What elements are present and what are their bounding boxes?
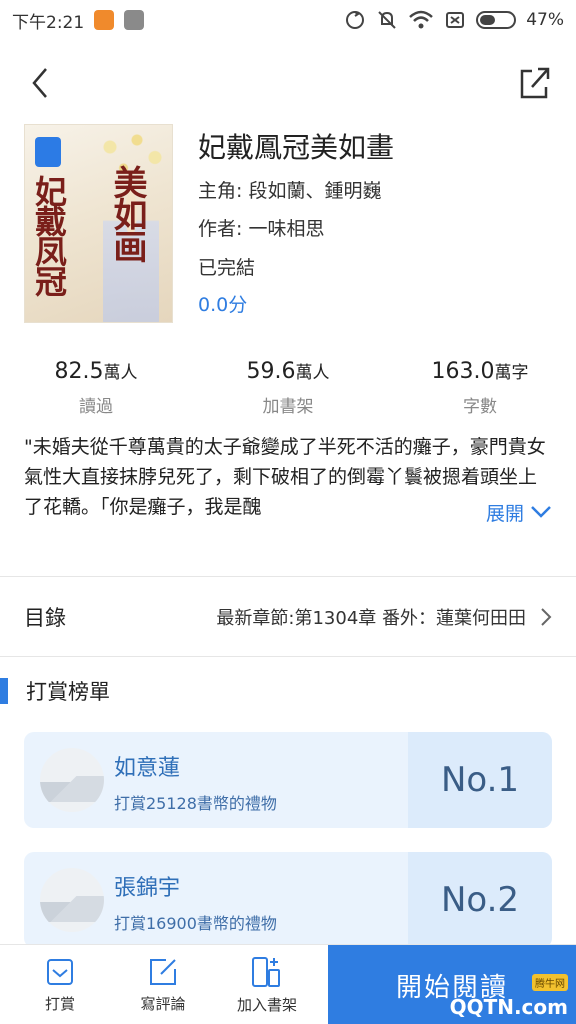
rank-desc: 打賞16900書幣的禮物 (114, 914, 277, 933)
catalog-label: 目錄 (24, 606, 66, 630)
status-right: 47% (344, 9, 564, 31)
rank-card[interactable]: 如意蓮 打賞25128書幣的禮物 No.1 (24, 732, 552, 828)
stat-label: 讀過 (79, 397, 113, 417)
top-bar (0, 55, 576, 115)
stat-unit: 萬人 (103, 363, 138, 383)
rank-number: No.2 (440, 880, 520, 920)
back-icon[interactable] (22, 63, 62, 103)
watermark-badge: 腾牛网 (532, 974, 568, 991)
no-sim-icon (446, 12, 465, 28)
section-marker (0, 678, 8, 704)
tab-add-bookshelf[interactable]: 加入書架 (222, 945, 312, 1024)
book-cover[interactable]: 美如画 妃戴凤冠 (24, 124, 173, 323)
stat-bookshelf: 59.6萬人 加書架 (198, 358, 378, 417)
cover-logo-icon (35, 137, 61, 167)
chevron-right-icon (541, 608, 552, 626)
message-notification-icon (124, 10, 145, 30)
add-bookshelf-icon (252, 956, 280, 987)
start-reading-button[interactable]: 開始閱讀 腾牛网 QQTN.com (328, 945, 576, 1024)
battery-percent: 47% (526, 10, 564, 30)
divider (0, 656, 576, 657)
tab-reward[interactable]: 打賞 (15, 945, 105, 1024)
bottom-bar: 打賞 寫評論 加入書架 開始閱讀 腾牛网 QQTN.com (0, 944, 576, 1024)
stat-value: 82.5 (54, 359, 104, 384)
stat-label: 字數 (463, 397, 497, 417)
stat-label: 加書架 (262, 397, 314, 417)
avatar (40, 748, 104, 812)
tab-label: 打賞 (44, 994, 75, 1013)
rank-name: 如意蓮 (114, 756, 181, 781)
status-time: 下午2:21 (12, 12, 85, 33)
stat-word-count: 163.0萬字 字數 (390, 358, 570, 417)
wifi-icon (409, 10, 434, 29)
watermark-logo: QQTN.com (449, 995, 568, 1019)
latest-chapter: 最新章節:第1304章 番外：蓮葉何田田 (216, 608, 526, 629)
gift-card-icon (47, 958, 73, 985)
book-score: 0.0分 (198, 294, 248, 316)
stat-readers: 82.5萬人 讀過 (6, 358, 186, 417)
stat-unit: 萬字 (494, 363, 529, 383)
app-notification-icon (94, 10, 115, 30)
share-icon[interactable] (514, 63, 554, 103)
mute-bell-icon (378, 11, 396, 29)
reward-title: 打賞榜單 (26, 680, 110, 704)
rank-desc: 打賞25128書幣的禮物 (114, 794, 277, 813)
expand-button[interactable]: 展開 (471, 497, 552, 527)
book-protagonists: 主角: 段如蘭、鍾明巍 (198, 180, 382, 202)
tab-label: 加入書架 (236, 995, 297, 1014)
avatar (40, 868, 104, 932)
battery-level (480, 15, 496, 25)
tab-label: 寫評論 (140, 994, 186, 1013)
rank-number: No.1 (440, 760, 520, 800)
sync-icon (346, 11, 365, 29)
rank-card[interactable]: 張錦宇 打賞16900書幣的禮物 No.2 (24, 852, 552, 948)
divider (0, 576, 576, 577)
catalog-row[interactable]: 目錄 最新章節:第1304章 番外：蓮葉何田田 (0, 578, 576, 656)
stat-value: 163.0 (431, 359, 495, 384)
cover-art-subtitle: 妃戴凤冠 (30, 175, 68, 295)
rank-name: 張錦宇 (114, 876, 181, 901)
book-author[interactable]: 作者: 一味相思 (198, 214, 324, 241)
stat-unit: 萬人 (295, 363, 330, 383)
status-left: 下午2:21 (12, 8, 145, 33)
stat-value: 59.6 (246, 359, 296, 384)
battery-icon (476, 11, 517, 29)
cover-art-title: 美如画 (107, 165, 147, 261)
chevron-down-icon (531, 506, 551, 518)
expand-label: 展開 (485, 502, 524, 525)
book-title: 妃戴鳳冠美如畫 (198, 131, 395, 164)
status-bar: 下午2:21 47% (0, 0, 576, 40)
book-status: 已完結 (198, 257, 256, 279)
tab-write-review[interactable]: 寫評論 (118, 945, 208, 1024)
edit-icon (150, 958, 176, 985)
